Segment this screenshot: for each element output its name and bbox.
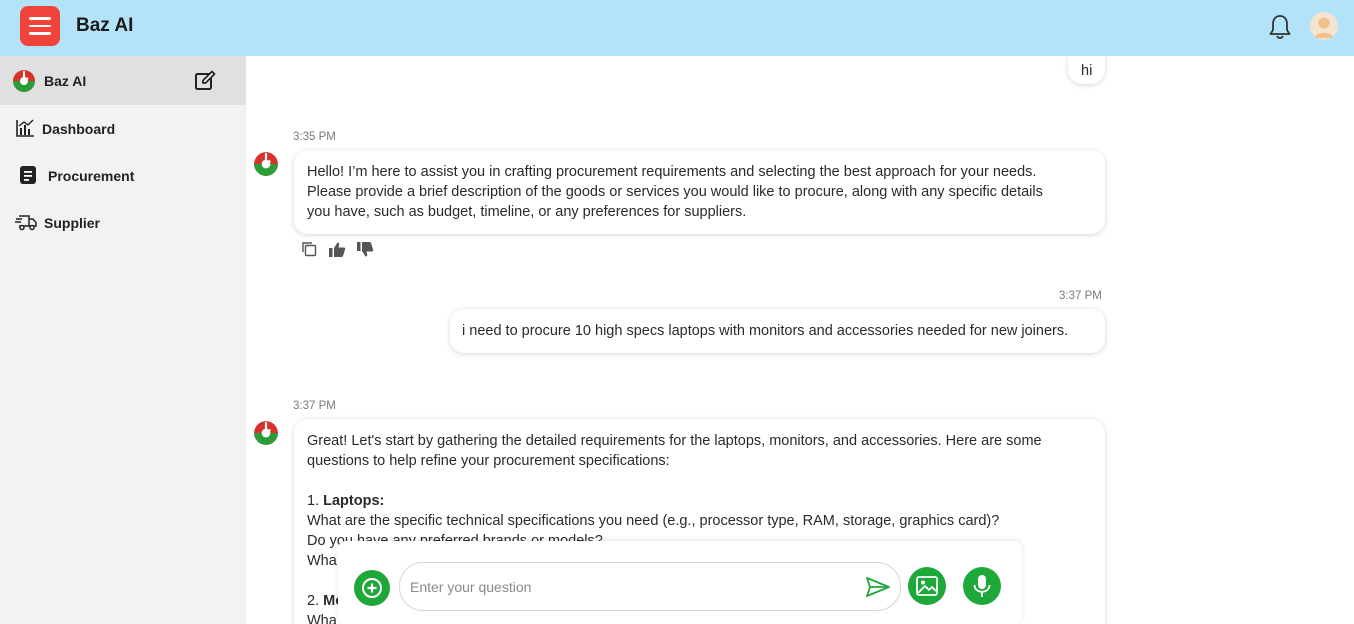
new-chat-edit-icon[interactable] bbox=[194, 70, 216, 92]
thumbs-up-icon[interactable] bbox=[328, 241, 346, 258]
bot-avatar-icon bbox=[254, 152, 278, 176]
document-icon bbox=[20, 166, 36, 184]
top-bar: Baz AI bbox=[0, 0, 1354, 56]
hamburger-icon bbox=[29, 17, 51, 20]
sidebar-item-procurement[interactable]: Procurement bbox=[0, 155, 246, 195]
sidebar-item-baz-ai[interactable]: Baz AI bbox=[0, 56, 246, 105]
bot-avatar-icon bbox=[254, 421, 278, 445]
user-message: hi bbox=[1068, 56, 1105, 84]
sidebar-item-label: Dashboard bbox=[42, 121, 116, 137]
bot-message: Hello! I’m here to assist you in craftin… bbox=[294, 150, 1105, 234]
delivery-truck-icon bbox=[15, 215, 37, 231]
user-avatar[interactable] bbox=[1310, 12, 1338, 40]
thumbs-down-icon[interactable] bbox=[356, 241, 374, 258]
sidebar-item-supplier[interactable]: Supplier bbox=[0, 202, 246, 242]
message-line: questions to help refine your procuremen… bbox=[307, 453, 670, 469]
chat-area: hi 3:35 PM Hello! I’m here to assist you… bbox=[246, 56, 1354, 624]
question-input[interactable] bbox=[410, 575, 850, 599]
app-title: Baz AI bbox=[76, 15, 134, 36]
list-heading: Laptops: bbox=[323, 493, 385, 509]
list-number: 1. bbox=[307, 493, 320, 509]
copy-icon[interactable] bbox=[301, 241, 317, 257]
message-line: you have, such as budget, timeline, or a… bbox=[307, 204, 747, 220]
hamburger-menu-button[interactable] bbox=[20, 6, 60, 46]
message-heading: 1. Laptops: bbox=[307, 491, 1097, 511]
message-timestamp: 3:37 PM bbox=[293, 400, 336, 412]
question-field bbox=[399, 562, 901, 611]
chart-icon bbox=[16, 119, 34, 137]
bell-icon[interactable] bbox=[1267, 13, 1293, 41]
send-icon[interactable] bbox=[865, 576, 891, 598]
voice-input-button[interactable] bbox=[963, 567, 1001, 605]
message-text: i need to procure 10 high specs laptops … bbox=[462, 323, 1069, 339]
message-line: Great! Let's start by gathering the deta… bbox=[307, 433, 1042, 449]
message-line: Hello! I’m here to assist you in craftin… bbox=[307, 164, 1037, 180]
avatar-icon bbox=[1310, 12, 1338, 40]
image-upload-icon bbox=[916, 576, 938, 596]
microphone-icon bbox=[973, 575, 991, 597]
image-upload-button[interactable] bbox=[908, 567, 946, 605]
baz-logo-icon bbox=[13, 70, 35, 92]
user-message: i need to procure 10 high specs laptops … bbox=[450, 309, 1105, 353]
message-text: hi bbox=[1081, 63, 1093, 79]
sidebar-item-dashboard[interactable]: Dashboard bbox=[0, 108, 246, 148]
message-timestamp: 3:35 PM bbox=[293, 131, 336, 143]
message-line: What are the specific technical specific… bbox=[307, 513, 1000, 529]
list-number: 2. bbox=[307, 593, 320, 609]
sidebar-item-label: Supplier bbox=[44, 215, 101, 231]
add-attachment-button[interactable] bbox=[354, 570, 390, 606]
composer bbox=[338, 541, 1022, 624]
sidebar-item-label: Baz AI bbox=[44, 73, 87, 89]
message-line: Please provide a brief description of th… bbox=[307, 184, 1043, 200]
sidebar: Baz AI Dashboard Procurement Supplier bbox=[0, 56, 246, 624]
message-timestamp: 3:37 PM bbox=[1059, 290, 1102, 302]
plus-circle-icon bbox=[362, 578, 382, 598]
sidebar-item-label: Procurement bbox=[48, 168, 135, 184]
